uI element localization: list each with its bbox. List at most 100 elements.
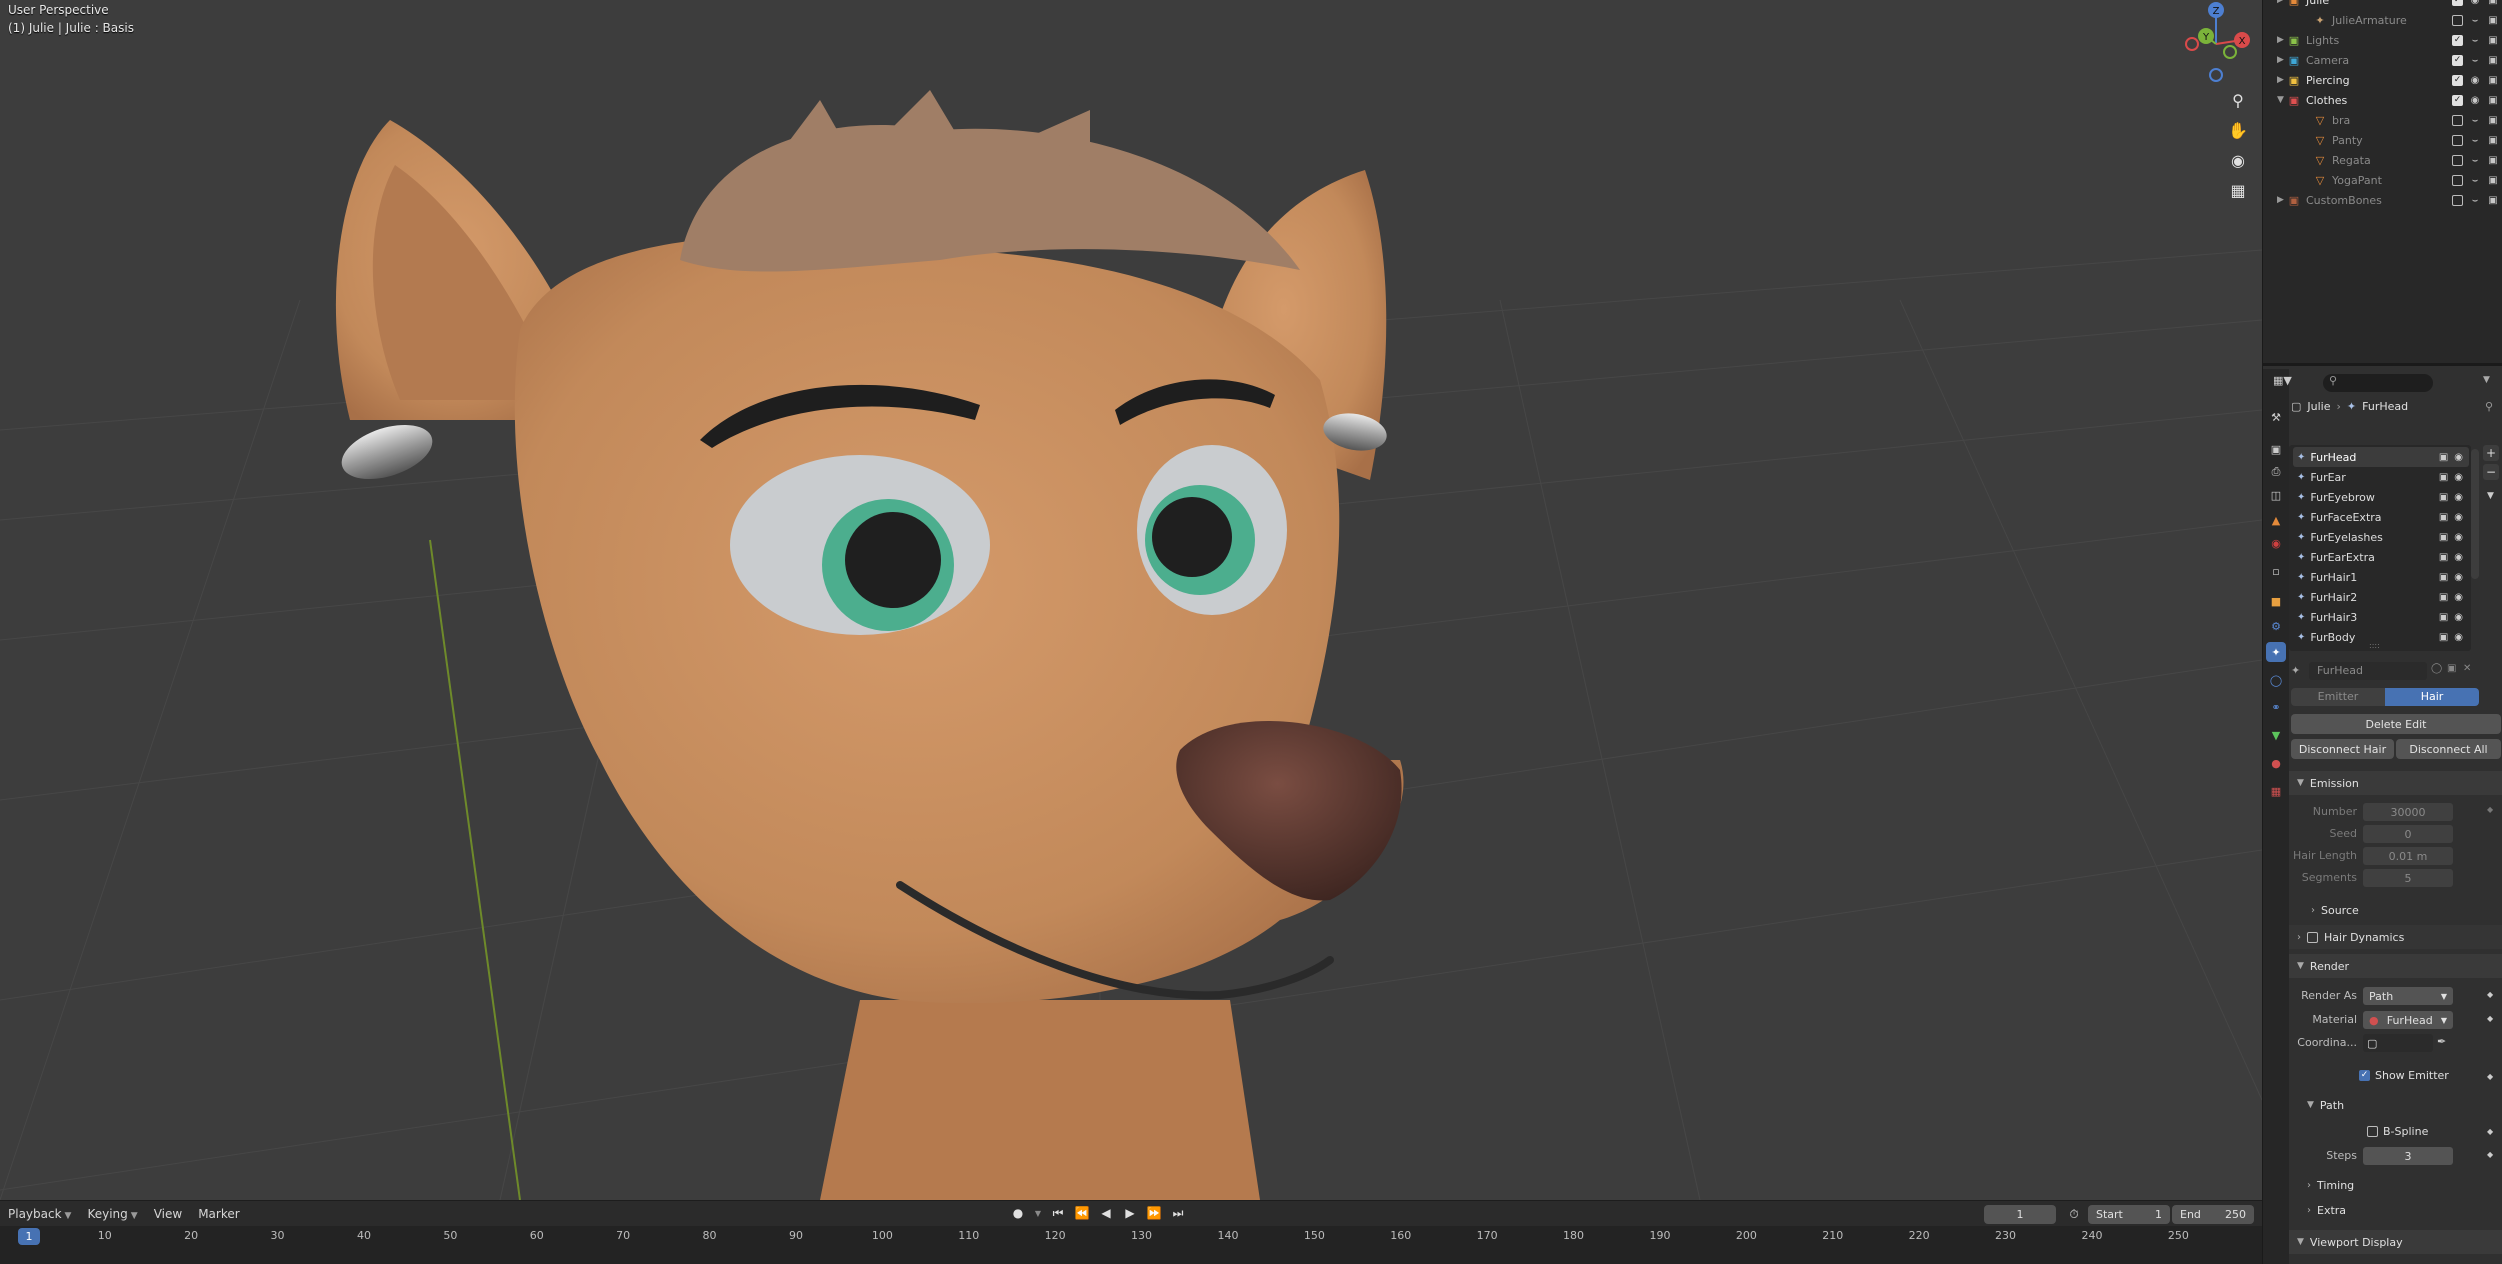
play-icon[interactable]: ▶ — [1120, 1204, 1140, 1222]
object-tab-icon[interactable]: ■ — [2266, 591, 2286, 611]
disclosure-triangle-icon[interactable]: ▶ — [2277, 195, 2287, 205]
prev-keyframe-icon[interactable]: ⏪ — [1072, 1204, 1092, 1222]
disclosure-triangle-icon[interactable]: ▶ — [2277, 35, 2287, 45]
list-specials-icon[interactable]: ▼ — [2487, 491, 2494, 501]
exclude-checkbox[interactable]: ✓ — [2452, 0, 2463, 6]
show-viewport-icon[interactable]: ▣ — [2439, 572, 2448, 583]
render-as-keyframe-icon[interactable]: ◆ — [2487, 990, 2493, 999]
delete-edit-button[interactable]: Delete Edit — [2291, 714, 2501, 734]
keying-menu[interactable]: Keying ▼ — [79, 1207, 145, 1221]
show-render-icon[interactable]: ◉ — [2454, 612, 2463, 623]
duplicate-icon[interactable]: ▣ — [2447, 663, 2456, 674]
outliner[interactable]: ▶▣Julie✓◉▣✦JulieArmature⌣▣▶▣Lights✓⌣▣▶▣C… — [2263, 0, 2502, 366]
outliner-row[interactable]: ✦ JulieArmature ⌣ ▣ — [2263, 10, 2502, 30]
material-tab-icon[interactable]: ● — [2266, 753, 2286, 773]
outliner-row[interactable]: ▼ ▣ Clothes ✓ ◉ ▣ — [2263, 90, 2502, 110]
eye-closed-icon[interactable]: ⌣ — [2469, 55, 2481, 66]
jump-end-icon[interactable]: ⏭ — [1168, 1204, 1188, 1222]
disclosure-triangle-icon[interactable]: ▶ — [2277, 75, 2287, 85]
eye-closed-icon[interactable]: ⌣ — [2469, 35, 2481, 46]
eye-closed-icon[interactable]: ⌣ — [2469, 155, 2481, 166]
eye-icon[interactable]: ◉ — [2469, 95, 2481, 106]
eye-icon[interactable]: ◉ — [2469, 0, 2481, 6]
eye-closed-icon[interactable]: ⌣ — [2469, 175, 2481, 186]
particle-system-item[interactable]: ✦ FurBody ▣ ◉ — [2293, 627, 2469, 647]
exclude-checkbox[interactable] — [2452, 134, 2463, 146]
collection-tab-icon[interactable]: ▫ — [2266, 561, 2286, 581]
eye-icon[interactable]: ◉ — [2469, 75, 2481, 86]
bspline-checkbox[interactable] — [2367, 1126, 2378, 1137]
hair-tab[interactable]: Hair — [2385, 688, 2479, 706]
exclude-checkbox[interactable]: ✓ — [2452, 74, 2463, 86]
data-tab-icon[interactable]: ▼ — [2266, 725, 2286, 745]
camera-render-icon[interactable]: ▣ — [2487, 115, 2499, 126]
particle-system-item[interactable]: ✦ FurHair2 ▣ ◉ — [2293, 587, 2469, 607]
show-emitter-keyframe-icon[interactable]: ◆ — [2487, 1072, 2493, 1081]
show-viewport-icon[interactable]: ▣ — [2439, 492, 2448, 503]
bspline-option[interactable]: B-Spline — [2367, 1125, 2428, 1138]
outliner-row[interactable]: ▽ Regata ⌣ ▣ — [2263, 150, 2502, 170]
segments-field[interactable]: 5 — [2363, 869, 2453, 887]
number-keyframe-icon[interactable]: ◆ — [2487, 805, 2493, 814]
number-field[interactable]: 30000 — [2363, 803, 2453, 821]
view-menu[interactable]: View — [146, 1207, 190, 1221]
disclosure-triangle-icon[interactable]: ▼ — [2277, 95, 2287, 105]
path-subpanel[interactable]: ▼ Path — [2289, 1094, 2502, 1116]
steps-keyframe-icon[interactable]: ◆ — [2487, 1150, 2493, 1159]
show-render-icon[interactable]: ◉ — [2454, 452, 2463, 463]
outliner-row[interactable]: ▶ ▣ Camera ✓ ⌣ ▣ — [2263, 50, 2502, 70]
outliner-row[interactable]: ▶ ▣ Piercing ✓ ◉ ▣ — [2263, 70, 2502, 90]
camera-render-icon[interactable]: ▣ — [2487, 95, 2499, 106]
particle-system-item[interactable]: ✦ FurEar ▣ ◉ — [2293, 467, 2469, 487]
pan-hand-icon[interactable]: ✋ — [2224, 116, 2252, 144]
camera-render-icon[interactable]: ▣ — [2487, 155, 2499, 166]
fake-user-icon[interactable]: ◯ — [2431, 663, 2442, 674]
3d-viewport[interactable]: User Perspective (1) Julie | Julie : Bas… — [0, 0, 2262, 1200]
show-render-icon[interactable]: ◉ — [2454, 592, 2463, 603]
extra-subpanel[interactable]: › Extra — [2289, 1199, 2502, 1221]
outliner-row[interactable]: ▽ bra ⌣ ▣ — [2263, 110, 2502, 130]
material-keyframe-icon[interactable]: ◆ — [2487, 1014, 2493, 1023]
current-frame-field[interactable]: 1 — [1984, 1205, 2056, 1224]
show-viewport-icon[interactable]: ▣ — [2439, 612, 2448, 623]
show-render-icon[interactable]: ◉ — [2454, 512, 2463, 523]
show-render-icon[interactable]: ◉ — [2454, 472, 2463, 483]
seed-field[interactable]: 0 — [2363, 825, 2453, 843]
exclude-checkbox[interactable] — [2452, 114, 2463, 126]
camera-render-icon[interactable]: ▣ — [2487, 35, 2499, 46]
settings-name-field[interactable]: FurHead — [2309, 662, 2427, 680]
editor-type-icon[interactable]: ▦▼ — [2273, 374, 2292, 387]
modifier-tab-icon[interactable]: ⚙ — [2266, 616, 2286, 636]
outliner-row[interactable]: ▽ YogaPant ⌣ ▣ — [2263, 170, 2502, 190]
hair-length-field[interactable]: 0.01 m — [2363, 847, 2453, 865]
eye-closed-icon[interactable]: ⌣ — [2469, 135, 2481, 146]
particle-system-item[interactable]: ✦ FurEarExtra ▣ ◉ — [2293, 547, 2469, 567]
play-reverse-icon[interactable]: ◀ — [1096, 1204, 1116, 1222]
hair-dynamics-panel-header[interactable]: › Hair Dynamics — [2289, 925, 2502, 949]
coordinate-object-field[interactable]: ▢ — [2363, 1034, 2433, 1052]
outliner-row[interactable]: ▶▣Julie✓◉▣ — [2263, 0, 2502, 10]
particle-system-item[interactable]: ✦ FurHair3 ▣ ◉ — [2293, 607, 2469, 627]
particle-system-item[interactable]: ✦ FurHead ▣ ◉ — [2293, 447, 2469, 467]
emitter-tab[interactable]: Emitter — [2291, 688, 2385, 706]
end-frame-field[interactable]: End 250 — [2172, 1205, 2254, 1224]
show-viewport-icon[interactable]: ▣ — [2439, 532, 2448, 543]
list-resize-handle[interactable]: :::: — [2369, 641, 2380, 650]
eye-closed-icon[interactable]: ⌣ — [2469, 115, 2481, 126]
exclude-checkbox[interactable] — [2452, 14, 2463, 26]
tool-tab-icon[interactable]: ⚒ — [2266, 407, 2286, 427]
outliner-row[interactable]: ▽ Panty ⌣ ▣ — [2263, 130, 2502, 150]
show-viewport-icon[interactable]: ▣ — [2439, 512, 2448, 523]
jump-start-icon[interactable]: ⏮ — [1048, 1204, 1068, 1222]
search-icon[interactable]: ⚲ — [2323, 374, 2433, 392]
scene-tab-icon[interactable]: ▲ — [2266, 510, 2286, 530]
emission-panel-header[interactable]: ▼ Emission — [2289, 771, 2502, 795]
next-keyframe-icon[interactable]: ⏩ — [1144, 1204, 1164, 1222]
ortho-grid-icon[interactable]: ▦ — [2224, 176, 2252, 204]
camera-render-icon[interactable]: ▣ — [2487, 175, 2499, 186]
source-subpanel[interactable]: › Source — [2289, 899, 2502, 921]
stopwatch-icon[interactable]: ⏱ — [2064, 1205, 2084, 1223]
output-tab-icon[interactable]: ⎙ — [2266, 462, 2286, 482]
show-viewport-icon[interactable]: ▣ — [2439, 452, 2448, 463]
physics-tab-icon[interactable]: ◯ — [2266, 670, 2286, 690]
